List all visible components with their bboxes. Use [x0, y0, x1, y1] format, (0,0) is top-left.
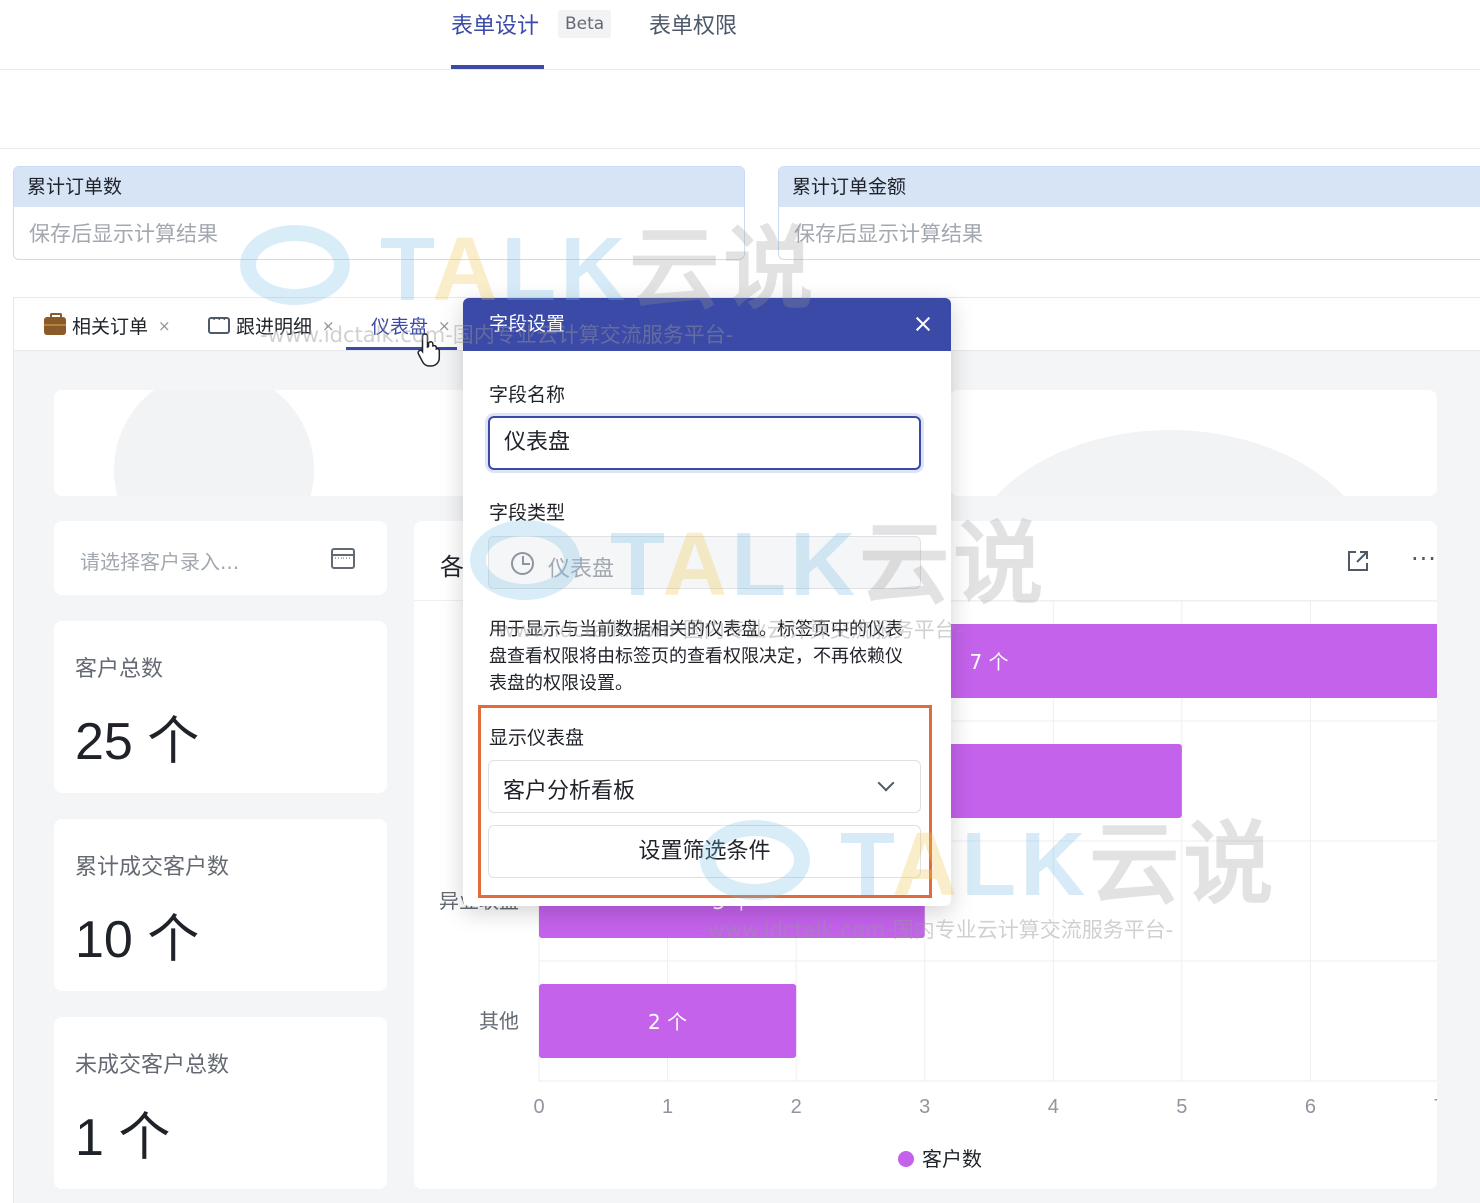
x-tick-label: 5 — [1176, 1096, 1187, 1118]
close-icon[interactable] — [911, 298, 935, 351]
chevron-down-icon — [877, 774, 895, 792]
modal-header: 字段设置 — [463, 298, 951, 351]
stat-card-open-customers: 未成交客户总数 1 个 — [54, 1017, 387, 1189]
tab-form-design[interactable]: 表单设计 — [451, 8, 539, 40]
stat-label: 客户总数 — [75, 657, 164, 682]
dashboard-select-value: 客户分析看板 — [503, 779, 636, 804]
hand-cursor-icon — [417, 333, 441, 367]
sub-tab-follow-up[interactable]: 跟进明细 × — [208, 312, 335, 339]
calc-field-order-amount[interactable]: 累计订单金额 保存后显示计算结果 — [778, 166, 1480, 260]
active-tab-indicator — [451, 65, 544, 69]
stat-label: 未成交客户总数 — [75, 1053, 230, 1078]
stat-value: 1 个 — [75, 1109, 171, 1167]
beta-badge: Beta — [558, 10, 612, 38]
close-icon[interactable]: × — [322, 317, 335, 335]
divider — [0, 148, 1480, 149]
x-tick-label: 7 — [1433, 1096, 1437, 1118]
calc-field-title: 累计订单数 — [14, 167, 744, 207]
chart-title: 各 — [440, 553, 464, 581]
sub-tab-related-orders[interactable]: 相关订单 × — [44, 312, 171, 339]
stat-card-closed-customers: 累计成交客户数 10 个 — [54, 819, 387, 991]
tab-form-permission[interactable]: 表单权限 — [649, 8, 737, 40]
external-link-icon[interactable] — [1346, 549, 1370, 573]
calc-field-placeholder: 保存后显示计算结果 — [29, 222, 218, 246]
field-type-label: 字段类型 — [489, 502, 566, 524]
more-icon[interactable]: ··· — [1411, 545, 1437, 573]
chat-icon — [208, 313, 230, 334]
legend-marker — [898, 1151, 914, 1167]
x-tick-label: 2 — [791, 1096, 802, 1118]
date-picker-placeholder: 请选择客户录入... — [80, 550, 240, 574]
calc-field-placeholder: 保存后显示计算结果 — [794, 222, 983, 246]
calendar-icon[interactable] — [331, 548, 355, 569]
dashboard-banner-right — [950, 390, 1437, 496]
dashboard-icon — [511, 552, 534, 575]
briefcase-icon — [44, 312, 66, 335]
modal-title: 字段设置 — [489, 313, 566, 335]
stat-card-total-customers: 客户总数 25 个 — [54, 621, 387, 793]
x-tick-label: 4 — [1048, 1096, 1059, 1118]
calc-field-title: 累计订单金额 — [779, 167, 1480, 207]
dashboard-select[interactable]: 客户分析看板 — [488, 760, 921, 813]
field-type-display: 仪表盘 — [488, 536, 921, 589]
x-tick-label: 3 — [919, 1096, 930, 1118]
sub-tab-label: 跟进明细 — [236, 316, 313, 338]
field-type-value: 仪表盘 — [548, 557, 615, 582]
bar-data-label: 2 个 — [648, 1010, 687, 1034]
field-description: 用于显示与当前数据相关的仪表盘。标签页中的仪表盘查看权限将由标签页的查看权限决定… — [489, 619, 903, 694]
field-name-input[interactable]: 仪表盘 — [488, 416, 921, 470]
calc-field-order-count[interactable]: 累计订单数 保存后显示计算结果 — [13, 166, 745, 260]
close-icon[interactable]: × — [158, 317, 171, 335]
stat-value: 10 个 — [75, 911, 200, 969]
y-category-label: 其他 — [479, 1009, 519, 1033]
x-tick-label: 6 — [1305, 1096, 1316, 1118]
field-settings-modal: 字段设置 字段名称 仪表盘 字段类型 仪表盘 用于显示与当前数据相关的仪表盘。标… — [463, 298, 951, 906]
stat-value: 25 个 — [75, 713, 200, 771]
x-tick-label: 0 — [533, 1096, 544, 1118]
field-name-label: 字段名称 — [489, 384, 566, 406]
bar-data-label: 7 个 — [969, 650, 1008, 674]
stat-label: 累计成交客户数 — [75, 855, 230, 880]
set-filter-button[interactable]: 设置筛选条件 — [488, 825, 921, 878]
x-tick-label: 1 — [662, 1096, 673, 1118]
dashboard-banner-left — [54, 390, 474, 496]
legend-label: 客户数 — [922, 1147, 982, 1171]
show-dashboard-label: 显示仪表盘 — [489, 727, 585, 749]
top-tab-bar: 表单设计 Beta 表单权限 — [0, 0, 1480, 70]
sub-tab-label: 相关订单 — [72, 316, 149, 338]
